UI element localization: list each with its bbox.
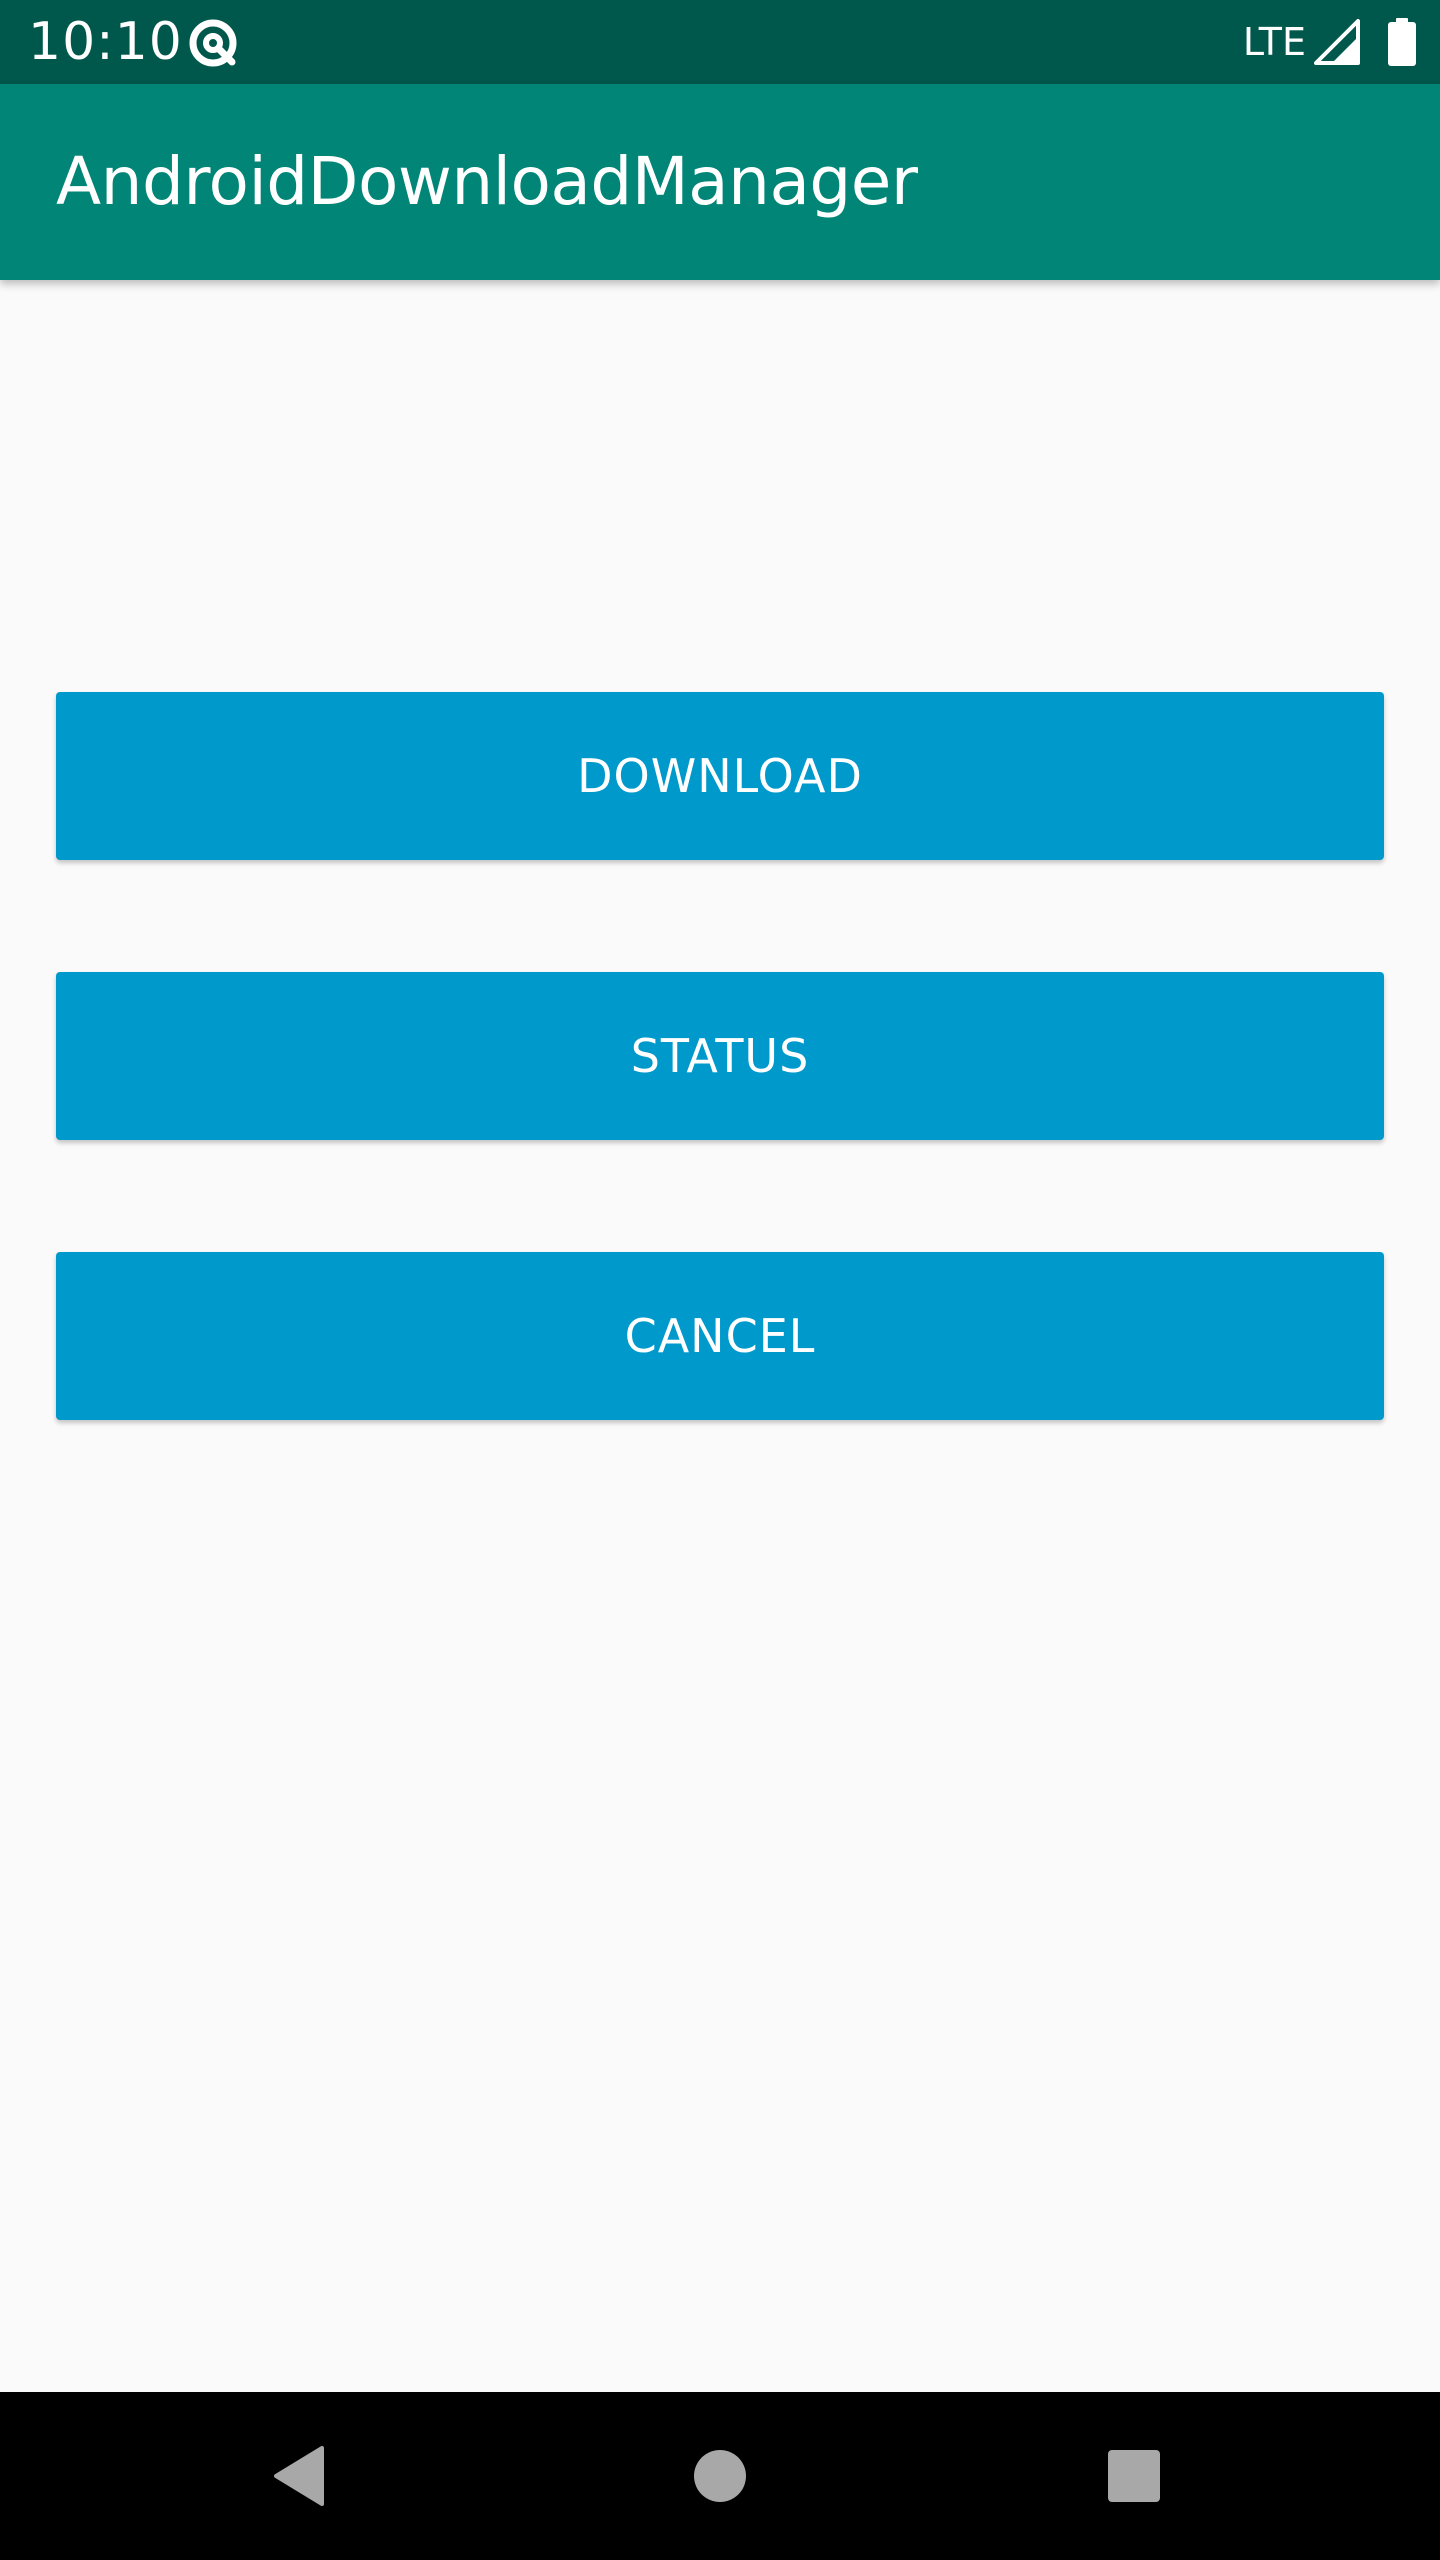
status-indicators: LTE xyxy=(1243,14,1416,70)
cancel-button[interactable]: CANCEL xyxy=(56,1252,1384,1420)
status-button[interactable]: STATUS xyxy=(56,972,1384,1140)
cell-signal-icon xyxy=(1314,19,1360,65)
home-button[interactable] xyxy=(668,2424,772,2528)
status-time: 10:10 xyxy=(28,12,183,72)
recents-button[interactable] xyxy=(1082,2424,1186,2528)
back-triangle-icon xyxy=(274,2446,324,2506)
app-bar: AndroidDownloadManager xyxy=(0,84,1440,280)
at-sign-icon xyxy=(186,16,240,70)
status-bar: 10:10 LTE xyxy=(0,0,1440,84)
back-button[interactable] xyxy=(248,2424,352,2528)
recents-square-icon xyxy=(1108,2450,1160,2502)
download-button[interactable]: DOWNLOAD xyxy=(56,692,1384,860)
navigation-bar xyxy=(0,2392,1440,2560)
network-type: LTE xyxy=(1242,20,1306,64)
app-title: AndroidDownloadManager xyxy=(56,143,918,220)
home-circle-icon xyxy=(694,2450,746,2502)
battery-full-icon xyxy=(1388,18,1416,66)
